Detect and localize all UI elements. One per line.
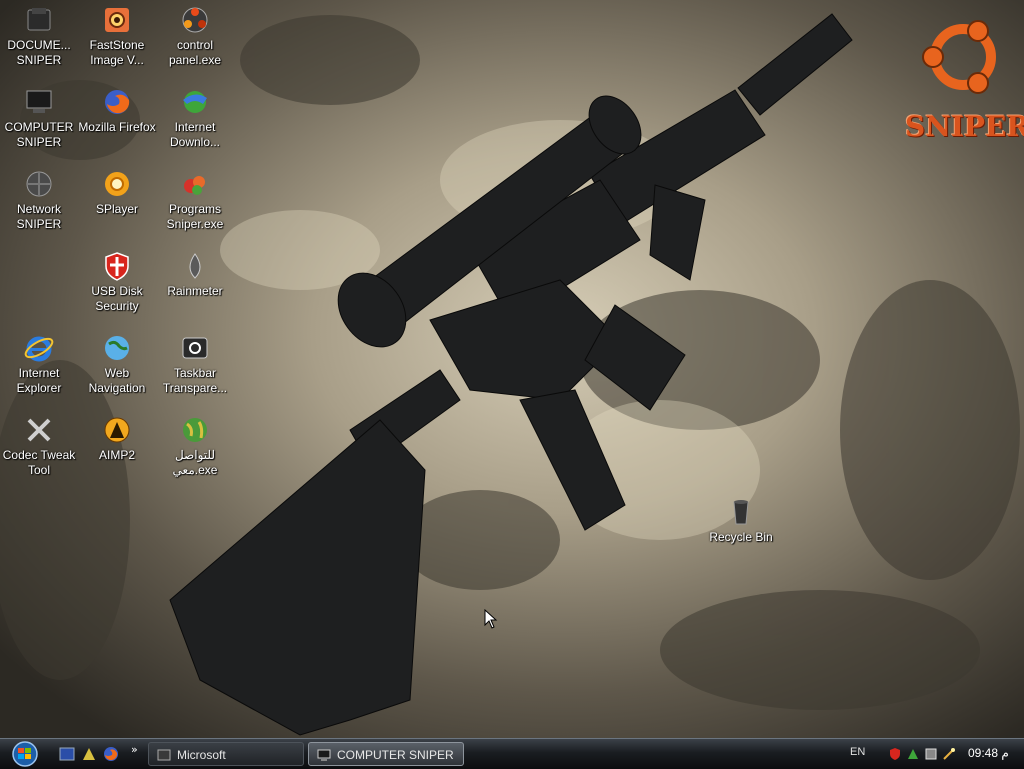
control-panel-shortcut[interactable]: control panel.exe — [156, 4, 234, 68]
icon-label: Codec Tweak Tool — [2, 448, 76, 477]
icon-label: Internet Downlo... — [169, 120, 221, 149]
icon-label: SPlayer — [95, 202, 139, 216]
taskbar-button-label: COMPUTER SNIPER — [337, 748, 454, 762]
switch-windows-icon[interactable] — [80, 745, 98, 763]
computer-icon — [26, 90, 52, 113]
taskbar-icon — [182, 337, 208, 359]
firefox-shortcut[interactable]: Mozilla Firefox — [78, 86, 156, 135]
icon-label: Rainmeter — [167, 284, 223, 298]
taskbar-transparency-shortcut[interactable]: Taskbar Transpare... — [156, 332, 234, 396]
icon-label: DOCUME... SNIPER — [7, 38, 71, 67]
clock[interactable]: 09:48 م — [968, 746, 1009, 760]
system-tray: EN 09:48 م — [844, 739, 1024, 769]
firefox-quicklaunch-icon[interactable] — [102, 745, 120, 763]
tawasol-shortcut[interactable]: للتواصل معي.exe — [156, 414, 234, 478]
codec-tweak-tool-shortcut[interactable]: Codec Tweak Tool — [0, 414, 78, 478]
sniper-logo: SNIPER — [905, 5, 1024, 145]
rainmeter-icon — [189, 253, 201, 279]
window-icon — [157, 749, 171, 761]
computer-sniper-shortcut[interactable]: COMPUTER SNIPER — [0, 86, 78, 150]
taskbar-button-microsoft[interactable]: Microsoft — [148, 742, 304, 766]
network-icon — [26, 171, 52, 197]
icon-label: للتواصل معي.exe — [172, 448, 218, 477]
network-sniper-shortcut[interactable]: Network SNIPER — [0, 168, 78, 232]
earth-icon — [183, 418, 207, 442]
taskbar-button-label: Microsoft — [177, 748, 226, 762]
show-desktop-icon[interactable] — [58, 745, 76, 763]
icon-label: Network SNIPER — [16, 202, 62, 231]
mouse-cursor-icon — [484, 609, 498, 629]
aimp2-shortcut[interactable]: AIMP2 — [78, 414, 156, 463]
programs-sniper-shortcut[interactable]: Programs Sniper.exe — [156, 168, 234, 232]
shield-icon — [105, 252, 129, 281]
ubuntu-logo-icon — [922, 20, 996, 94]
icon-label: Programs Sniper.exe — [166, 202, 224, 231]
icon-label: control panel.exe — [168, 38, 222, 67]
taskbar-button-computer-sniper[interactable]: COMPUTER SNIPER — [308, 742, 464, 766]
taskbar: » Microsoft COMPUTER SNIPER EN 09:48 م — [0, 738, 1024, 769]
internet-download-manager-shortcut[interactable]: Internet Downlo... — [156, 86, 234, 150]
aimp-icon — [104, 417, 130, 443]
programs-icon — [184, 176, 205, 195]
recycle-bin-shortcut[interactable]: Recycle Bin — [702, 496, 780, 545]
start-button[interactable] — [3, 740, 43, 768]
faststone-icon — [105, 8, 129, 32]
sniper-logo-text: SNIPER — [905, 110, 1024, 143]
icon-label: USB Disk Security — [91, 284, 143, 313]
rainmeter-shortcut[interactable]: Rainmeter — [156, 250, 234, 299]
usb-disk-security-shortcut[interactable]: USB Disk Security — [78, 250, 156, 314]
network-tray-icon[interactable] — [906, 747, 920, 761]
computer-icon — [317, 749, 331, 761]
web-navigation-shortcut[interactable]: Web Navigation — [78, 332, 156, 396]
display-tray-icon[interactable] — [924, 747, 938, 761]
control-panel-icon — [182, 7, 208, 33]
icon-label: Taskbar Transpare... — [162, 366, 228, 395]
ie-icon — [24, 336, 54, 362]
download-manager-icon — [183, 91, 207, 113]
internet-explorer-shortcut[interactable]: Internet Explorer — [0, 332, 78, 396]
recycle-bin-icon — [733, 500, 749, 525]
documents-sniper-icon-shortcut[interactable]: DOCUME... SNIPER — [0, 4, 78, 68]
firefox-icon — [105, 90, 130, 114]
tools-icon — [27, 418, 51, 442]
splayer-shortcut[interactable]: SPlayer — [78, 168, 156, 217]
icon-label: Web Navigation — [88, 366, 146, 395]
icon-label: COMPUTER SNIPER — [4, 120, 74, 149]
faststone-shortcut[interactable]: FastStone Image V... — [78, 4, 156, 68]
globe-icon — [105, 336, 129, 360]
wand-tray-icon[interactable] — [942, 747, 956, 761]
usb-security-tray-icon[interactable] — [888, 747, 902, 761]
icon-label: Recycle Bin — [709, 530, 773, 544]
language-indicator[interactable]: EN — [850, 746, 865, 758]
quicklaunch-overflow-button[interactable]: » — [131, 743, 138, 756]
splayer-icon — [105, 172, 129, 196]
icon-label: Mozilla Firefox — [78, 120, 156, 134]
icon-label: AIMP2 — [98, 448, 135, 462]
icon-label: FastStone Image V... — [89, 38, 145, 67]
icon-label: Internet Explorer — [16, 366, 62, 395]
folder-icon — [27, 8, 51, 31]
